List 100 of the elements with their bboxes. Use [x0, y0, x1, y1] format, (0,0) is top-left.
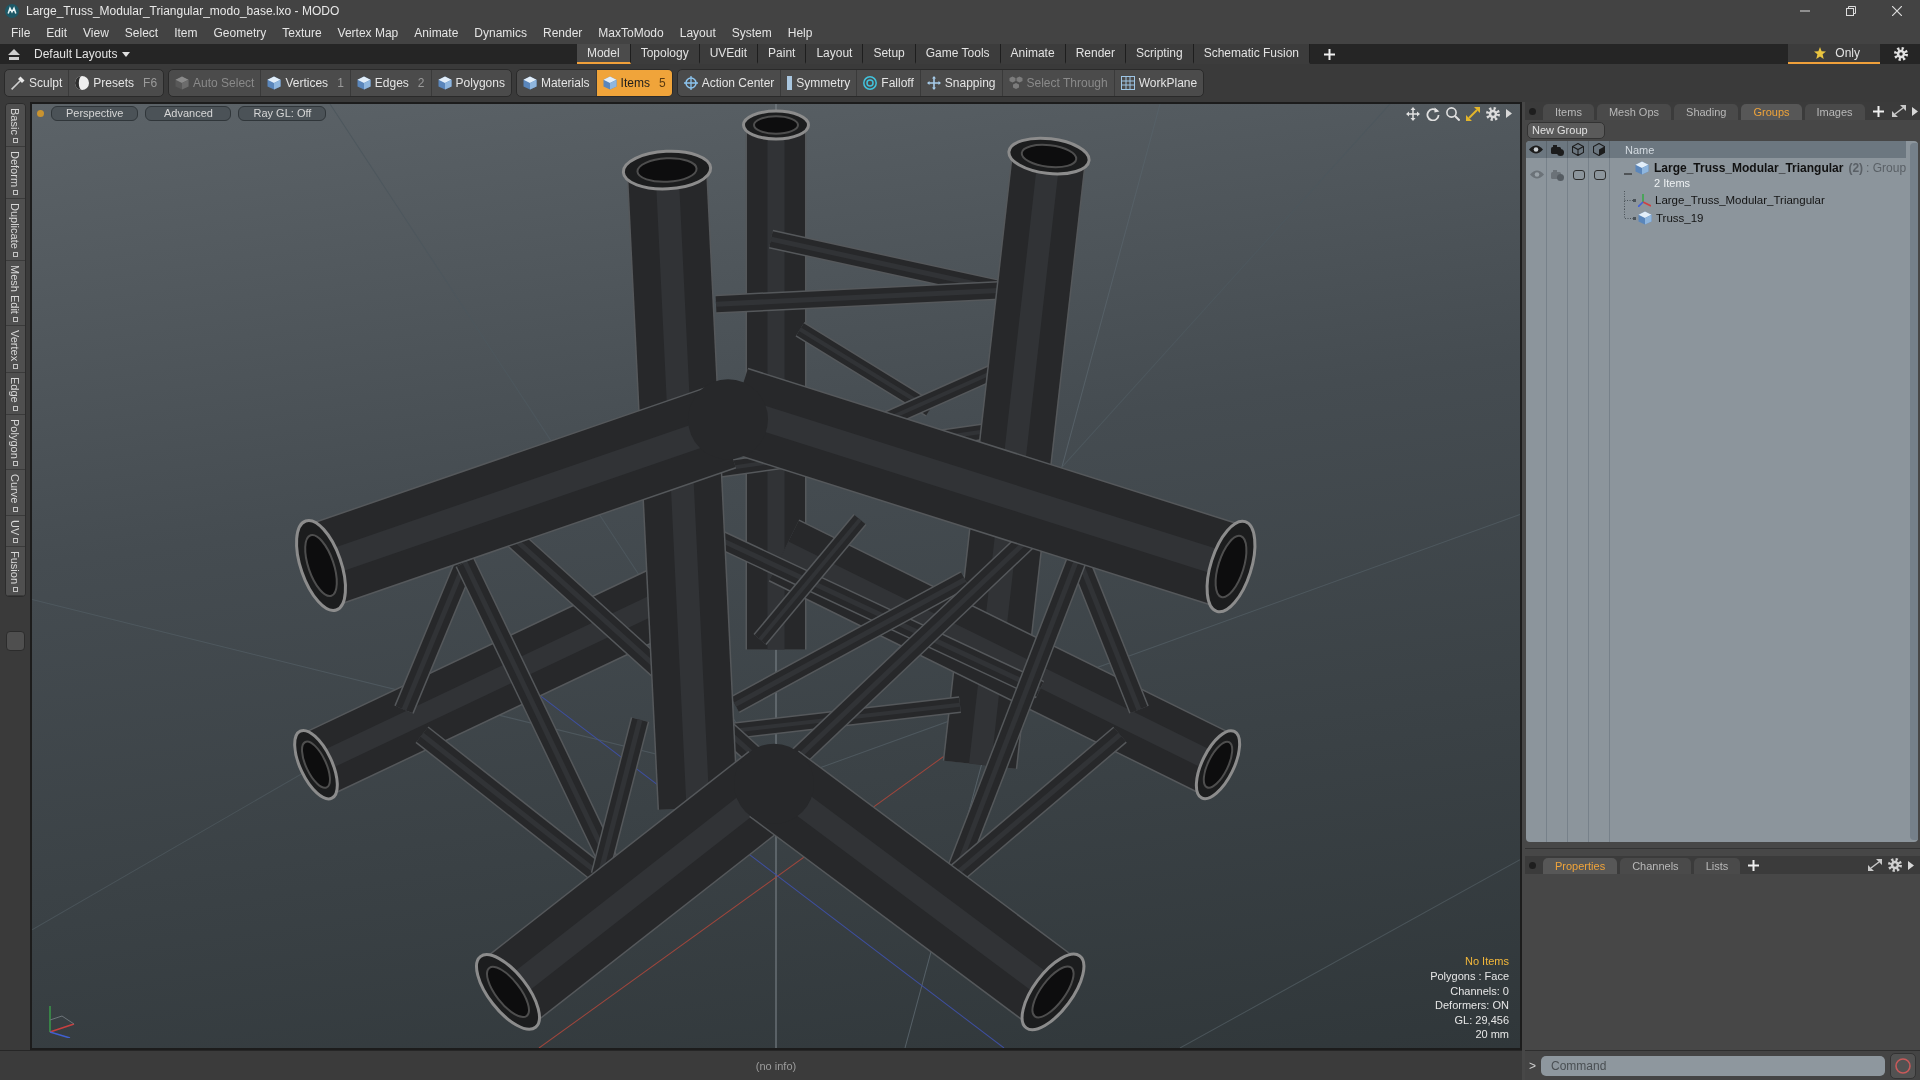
- item-name[interactable]: Truss_19: [1656, 212, 1704, 224]
- menu-item[interactable]: Layout: [671, 23, 724, 43]
- circle-button[interactable]: [1890, 1052, 1916, 1079]
- rotate-icon[interactable]: [1426, 106, 1440, 121]
- arrow-right-icon[interactable]: [1911, 106, 1918, 116]
- arrow-right-icon[interactable]: [1908, 860, 1914, 870]
- maximize-icon[interactable]: [1466, 106, 1480, 121]
- toolbar-button[interactable]: Symmetry: [781, 70, 858, 96]
- tool-tab[interactable]: Vertex: [5, 325, 25, 373]
- menu-item[interactable]: Geometry: [205, 23, 275, 43]
- toolbar-button[interactable]: Presets F6: [69, 70, 164, 96]
- cube-icon: [1638, 211, 1652, 225]
- toolbar-button[interactable]: Vertices 1: [261, 70, 351, 96]
- expand-icon[interactable]: [1891, 105, 1906, 117]
- toolbar-button[interactable]: Falloff: [857, 70, 921, 96]
- panel-tab[interactable]: Channels: [1620, 858, 1691, 874]
- toolbar-button[interactable]: Snapping: [920, 70, 1003, 96]
- toolbar-button[interactable]: Items 5: [596, 70, 672, 96]
- app-logo-icon: [5, 4, 19, 18]
- panel-tab[interactable]: Properties: [1543, 858, 1618, 874]
- status-text: (no info): [755, 1059, 797, 1072]
- viewport-option-button[interactable]: Ray GL: Off: [238, 106, 327, 121]
- viewport-info-text: Polygons : Face: [1430, 969, 1509, 984]
- settings-icon[interactable]: [1888, 858, 1902, 872]
- menu-item[interactable]: Render: [535, 23, 591, 43]
- settings-icon[interactable]: [1486, 106, 1500, 121]
- layout-tab[interactable]: UVEdit: [699, 44, 759, 64]
- panel-tab[interactable]: Images: [1804, 104, 1865, 120]
- layout-tab[interactable]: Setup: [863, 44, 916, 64]
- cubes-icon: [1008, 76, 1023, 90]
- dot-icon[interactable]: [1529, 861, 1536, 869]
- viewport-option-button[interactable]: Perspective: [51, 106, 139, 121]
- new-group-button[interactable]: New Group: [1527, 121, 1605, 139]
- expand-icon[interactable]: [1868, 859, 1882, 871]
- menu-item[interactable]: Dynamics: [466, 23, 535, 43]
- dot-icon[interactable]: [37, 110, 44, 117]
- layout-tab[interactable]: Animate: [1000, 44, 1066, 64]
- tool-tab[interactable]: UV: [5, 515, 25, 548]
- camera-icon[interactable]: [1550, 143, 1564, 156]
- toggle-box[interactable]: [1593, 169, 1606, 180]
- menu-item[interactable]: Animate: [406, 23, 467, 43]
- menu-item[interactable]: Texture: [274, 23, 330, 43]
- collapse-button[interactable]: [8, 48, 20, 60]
- group-name[interactable]: Large_Truss_Modular_Triangular: [1654, 160, 1844, 175]
- layout-tab[interactable]: Render: [1065, 44, 1126, 64]
- tool-tab[interactable]: Deform: [5, 146, 25, 199]
- panel-tab[interactable]: Items: [1543, 104, 1594, 120]
- tool-tab[interactable]: Mesh Edit: [5, 260, 25, 326]
- toolbar-button[interactable]: Action Center: [677, 70, 782, 96]
- layout-tab[interactable]: Topology: [630, 44, 700, 64]
- menu-item[interactable]: Select: [116, 23, 167, 43]
- group-subtitle: 2 Items: [1653, 175, 1692, 190]
- tool-tab[interactable]: Polygon: [5, 414, 25, 471]
- menu-item[interactable]: Edit: [38, 23, 76, 43]
- scrollbar[interactable]: [1910, 143, 1918, 840]
- menu-item[interactable]: MaxToModo: [590, 23, 672, 43]
- toggle-box[interactable]: [1572, 169, 1585, 180]
- layout-tab[interactable]: Model: [576, 44, 631, 64]
- viewport-option-button[interactable]: Advanced: [145, 106, 232, 121]
- tool-tab[interactable]: Edge: [5, 372, 25, 415]
- toolbar-button[interactable]: Sculpt: [5, 70, 70, 96]
- layout-tab[interactable]: Scripting: [1126, 44, 1194, 64]
- command-field[interactable]: Command: [1541, 1055, 1885, 1076]
- panel-tab[interactable]: Shading: [1674, 104, 1739, 120]
- tool-tab[interactable]: Curve: [5, 470, 25, 516]
- search-icon[interactable]: [1446, 106, 1460, 121]
- toolbar-button[interactable]: Materials: [516, 70, 597, 96]
- layout-tab[interactable]: Layout: [806, 44, 864, 64]
- eye-icon[interactable]: [1529, 145, 1543, 154]
- layout-tab[interactable]: Schematic Fusion: [1193, 44, 1311, 64]
- toolbar-button[interactable]: Edges 2: [350, 70, 432, 96]
- menu-item[interactable]: Vertex Map: [329, 23, 407, 43]
- viewport-info-text: GL: 29,456: [1454, 1012, 1509, 1028]
- star-icon: [1814, 47, 1827, 59]
- arrow-right-icon[interactable]: [1506, 109, 1512, 118]
- menu-item[interactable]: View: [75, 23, 117, 43]
- item-name[interactable]: Large_Truss_Modular_Triangular: [1655, 194, 1825, 206]
- move-icon[interactable]: [1406, 106, 1420, 121]
- layout-tab[interactable]: Paint: [758, 44, 807, 64]
- menu-item[interactable]: File: [3, 23, 39, 43]
- selection-status: No Items: [1465, 954, 1509, 970]
- tool-tab[interactable]: Duplicate: [5, 198, 25, 261]
- menu-item[interactable]: Item: [166, 23, 206, 43]
- layout-dropdown[interactable]: Default Layouts: [32, 47, 133, 61]
- menu-item[interactable]: Help: [779, 23, 821, 43]
- panel-tab[interactable]: Lists: [1693, 858, 1741, 874]
- cube-icon[interactable]: [1572, 143, 1584, 156]
- panel-tab[interactable]: Groups: [1741, 104, 1802, 120]
- panel-tab[interactable]: Mesh Ops: [1596, 104, 1672, 120]
- menu-item[interactable]: System: [723, 23, 780, 43]
- tool-tab[interactable]: Basic: [5, 104, 25, 147]
- cube-icon[interactable]: [1593, 143, 1605, 156]
- filter-toggle[interactable]: Only: [1788, 44, 1880, 64]
- collapse-handle-icon[interactable]: [1624, 172, 1632, 175]
- tool-tab[interactable]: Fusion: [5, 547, 25, 597]
- toolbar-button[interactable]: WorkPlane: [1114, 70, 1204, 96]
- dot-icon[interactable]: [1529, 107, 1536, 115]
- toolbar-button[interactable]: Polygons: [431, 70, 511, 96]
- concentric-circles-icon: [863, 76, 878, 90]
- layout-tab[interactable]: Game Tools: [915, 44, 1001, 64]
